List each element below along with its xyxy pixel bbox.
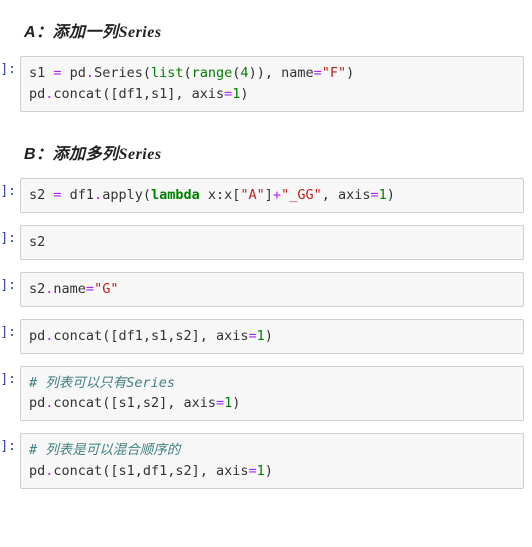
code-token: df1 — [62, 187, 95, 203]
code-line: s2 — [29, 232, 515, 253]
code-token: ( — [143, 187, 151, 203]
code-line: s2.name="G" — [29, 279, 515, 300]
code-token: = — [314, 65, 322, 81]
notebook-fragment: A：添加一列Series ]: s1 = pd.Series(list(rang… — [0, 0, 532, 519]
code-token: concat — [53, 463, 102, 479]
code-input[interactable]: s1 = pd.Series(list(range(4)), name="F")… — [20, 56, 524, 112]
code-token: "F" — [322, 65, 346, 81]
code-token: pd — [29, 86, 45, 102]
code-cell: ]: pd.concat([df1,s1,s2], axis=1) — [0, 319, 532, 354]
code-token: concat — [53, 395, 102, 411]
code-token: ] — [265, 187, 273, 203]
code-token: ) — [240, 86, 248, 102]
code-input[interactable]: pd.concat([df1,s1,s2], axis=1) — [20, 319, 524, 354]
code-token: + — [273, 187, 281, 203]
code-cell: ]: # 列表可以只有Series pd.concat([s1,s2], axi… — [0, 366, 532, 422]
code-token: s2 — [29, 187, 53, 203]
code-token: ) — [265, 463, 273, 479]
code-token: "G" — [94, 281, 118, 297]
code-token: = — [370, 187, 378, 203]
code-input[interactable]: # 列表可以只有Series pd.concat([s1,s2], axis=1… — [20, 366, 524, 422]
code-cell: ]: s2.name="G" — [0, 272, 532, 307]
code-token: )), name — [249, 65, 314, 81]
code-token: lambda — [151, 187, 200, 203]
code-cell: ]: s1 = pd.Series(list(range(4)), name="… — [0, 56, 532, 112]
code-line: pd.concat([s1,df1,s2], axis=1) — [29, 461, 515, 482]
code-token: = — [216, 395, 224, 411]
code-token: pd — [29, 463, 45, 479]
code-comment: # 列表是可以混合顺序的 — [29, 442, 180, 458]
input-prompt: ]: — [0, 178, 20, 213]
code-token: ) — [232, 395, 240, 411]
heading-b-text: B：添加多列 — [24, 146, 119, 163]
code-line: s2 = df1.apply(lambda x:x["A"]+"_GG", ax… — [29, 185, 515, 206]
code-token: concat — [53, 86, 102, 102]
code-token: x:x[ — [200, 187, 241, 203]
code-input[interactable]: s2 — [20, 225, 524, 260]
code-line: # 列表可以只有Series — [29, 373, 515, 394]
code-line: pd.concat([df1,s1], axis=1) — [29, 84, 515, 105]
code-token: range — [192, 65, 233, 81]
code-token: ([df1,s1,s2], axis — [102, 328, 248, 344]
code-token: pd — [29, 395, 45, 411]
code-cell: ]: # 列表是可以混合顺序的 pd.concat([s1,df1,s2], a… — [0, 433, 532, 489]
code-token: pd — [29, 328, 45, 344]
section-heading-a: A：添加一列Series — [24, 18, 532, 42]
input-prompt: ]: — [0, 56, 20, 112]
code-token: = — [249, 328, 257, 344]
input-prompt: ]: — [0, 319, 20, 354]
input-prompt: ]: — [0, 433, 20, 489]
code-token: = — [249, 463, 257, 479]
code-cell: ]: s2 = df1.apply(lambda x:x["A"]+"_GG",… — [0, 178, 532, 213]
code-token: pd — [62, 65, 86, 81]
code-line: # 列表是可以混合顺序的 — [29, 440, 515, 461]
code-token: ) — [346, 65, 354, 81]
input-prompt: ]: — [0, 272, 20, 307]
code-token: = — [53, 187, 61, 203]
code-token: . — [94, 187, 102, 203]
heading-a-series: Series — [119, 24, 162, 41]
heading-a-text: A：添加一列 — [24, 24, 119, 41]
code-input[interactable]: s2.name="G" — [20, 272, 524, 307]
code-input[interactable]: s2 = df1.apply(lambda x:x["A"]+"_GG", ax… — [20, 178, 524, 213]
code-token: s2 — [29, 234, 45, 250]
code-token: concat — [53, 328, 102, 344]
code-token: 4 — [240, 65, 248, 81]
code-line: pd.concat([df1,s1,s2], axis=1) — [29, 326, 515, 347]
code-token: ([df1,s1], axis — [102, 86, 224, 102]
code-token: s2 — [29, 281, 45, 297]
code-line: pd.concat([s1,s2], axis=1) — [29, 393, 515, 414]
code-comment: # 列表可以只有Series — [29, 375, 175, 391]
code-token: 1 — [257, 328, 265, 344]
code-token: , axis — [322, 187, 371, 203]
code-cell: ]: s2 — [0, 225, 532, 260]
code-token: ([s1,s2], axis — [102, 395, 216, 411]
heading-b-series: Series — [119, 146, 162, 163]
code-token: = — [86, 281, 94, 297]
code-token: ) — [387, 187, 395, 203]
input-prompt: ]: — [0, 225, 20, 260]
code-token: . — [86, 65, 94, 81]
code-token: apply — [102, 187, 143, 203]
code-token: s1 — [29, 65, 53, 81]
code-token: Series — [94, 65, 143, 81]
code-token: ( — [143, 65, 151, 81]
code-token: ([s1,df1,s2], axis — [102, 463, 248, 479]
code-token: ) — [265, 328, 273, 344]
code-token: 1 — [379, 187, 387, 203]
code-token: name — [53, 281, 86, 297]
section-heading-b: B：添加多列Series — [24, 140, 532, 164]
code-line: s1 = pd.Series(list(range(4)), name="F") — [29, 63, 515, 84]
code-token: "A" — [240, 187, 264, 203]
code-token: = — [53, 65, 61, 81]
code-token: "_GG" — [281, 187, 322, 203]
code-token: 1 — [257, 463, 265, 479]
code-token: list — [151, 65, 184, 81]
input-prompt: ]: — [0, 366, 20, 422]
code-input[interactable]: # 列表是可以混合顺序的 pd.concat([s1,df1,s2], axis… — [20, 433, 524, 489]
code-token: ( — [184, 65, 192, 81]
